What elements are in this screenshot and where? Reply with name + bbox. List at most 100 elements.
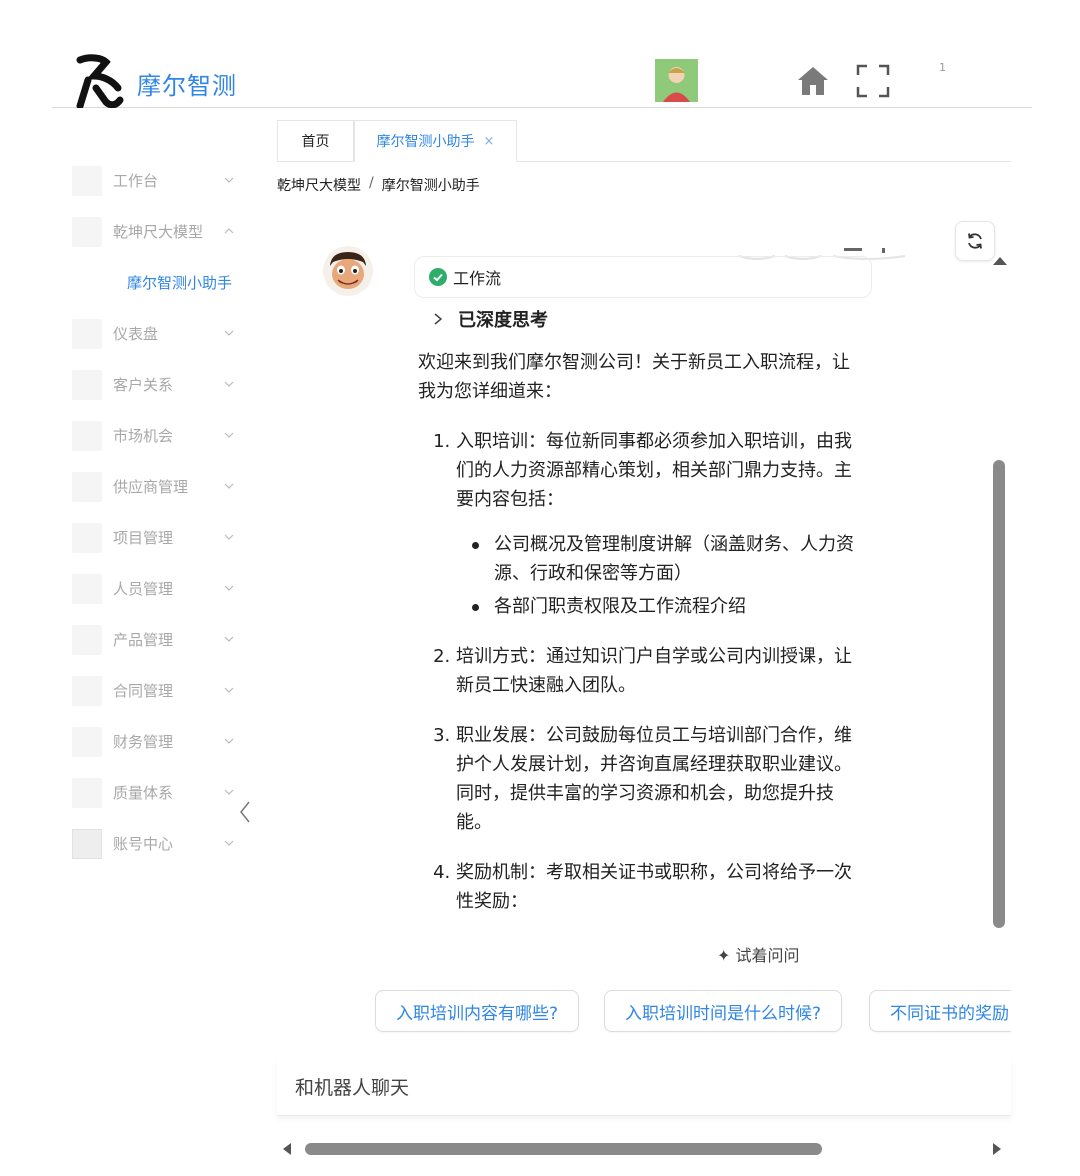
home-icon[interactable]: [796, 65, 830, 97]
notification-count: 1: [939, 61, 946, 74]
scroll-up-arrow[interactable]: [993, 257, 1007, 265]
sidebar: 工作台 乾坤尺大模型 摩尔智测小助手 仪表盘 客户关系 市场机会 供应商管理 项…: [72, 155, 252, 869]
sidebar-item-product[interactable]: 产品管理: [72, 614, 252, 665]
tab-bar: 首页 摩尔智测小助手 ×: [277, 120, 1011, 162]
chevron-down-icon: [224, 687, 234, 693]
scroll-right-arrow[interactable]: [993, 1143, 1001, 1155]
list-item: 入职培训：每位新同事都必须参加入职培训，由我们的人力资源部精心策划，相关部门鼎力…: [456, 427, 863, 621]
tab-label: 首页: [301, 134, 330, 150]
sidebar-item-qiankunchi[interactable]: 乾坤尺大模型: [72, 206, 252, 257]
chat-input[interactable]: [277, 1060, 1011, 1116]
menu-icon: [72, 369, 102, 400]
scroll-left-arrow[interactable]: [283, 1143, 291, 1155]
bullet-item: 各部门职责权限及工作流程介绍: [472, 592, 863, 621]
brand-name[interactable]: 摩尔智测: [137, 66, 237, 101]
sidebar-item-finance[interactable]: 财务管理: [72, 716, 252, 767]
bot-avatar: [323, 246, 373, 296]
suggestion-chip[interactable]: 入职培训时间是什么时候?: [604, 990, 843, 1032]
menu-icon: [72, 777, 102, 808]
step-text: 奖励机制：考取相关证书或职称，公司将给予一次性奖励：: [456, 862, 852, 912]
breadcrumb: 乾坤尺大模型 / 摩尔智测小助手: [277, 175, 480, 195]
sidebar-item-label: 项目管理: [113, 529, 174, 547]
chevron-down-icon: [224, 636, 234, 642]
sidebar-item-personnel[interactable]: 人员管理: [72, 563, 252, 614]
sidebar-item-crm[interactable]: 客户关系: [72, 359, 252, 410]
collapse-sidebar-icon[interactable]: [236, 798, 254, 826]
sidebar-item-label: 工作台: [113, 172, 159, 190]
breadcrumb-current: 摩尔智测小助手: [381, 178, 480, 194]
sidebar-item-label: 乾坤尺大模型: [113, 223, 204, 241]
sidebar-item-label: 财务管理: [113, 733, 174, 751]
sidebar-item-contract[interactable]: 合同管理: [72, 665, 252, 716]
menu-icon: [72, 573, 102, 604]
message-intro: 欢迎来到我们摩尔智测公司！关于新员工入职流程，让我为您详细道来：: [418, 352, 850, 402]
sidebar-item-label: 客户关系: [113, 376, 174, 394]
workflow-card[interactable]: 工作流: [414, 256, 872, 298]
sidebar-item-label: 人员管理: [113, 580, 174, 598]
chevron-down-icon: [224, 432, 234, 438]
sidebar-item-project[interactable]: 项目管理: [72, 512, 252, 563]
sidebar-item-quality[interactable]: 质量体系: [72, 767, 252, 818]
suggestion-chip[interactable]: 不同证书的奖励: [869, 990, 1011, 1032]
vertical-scrollbar[interactable]: [993, 460, 1005, 928]
sidebar-item-label: 市场机会: [113, 427, 174, 445]
menu-icon: [72, 420, 102, 451]
deep-think-toggle[interactable]: 已深度思考: [432, 306, 548, 332]
sidebar-item-label: 供应商管理: [113, 478, 189, 496]
chat-panel: 工作流 已深度思考 欢迎来到我们摩尔智测公司！关于新员工入职流程，让我为您详细道…: [277, 218, 1011, 1138]
step-text: 培训方式：通过知识门户自学或公司内训授课，让新员工快速融入团队。: [456, 646, 852, 696]
breadcrumb-parent[interactable]: 乾坤尺大模型: [277, 175, 361, 195]
bot-message: 欢迎来到我们摩尔智测公司！关于新员工入职流程，让我为您详细道来： 入职培训：每位…: [418, 348, 863, 937]
sidebar-item-market[interactable]: 市场机会: [72, 410, 252, 461]
avatar[interactable]: [655, 59, 698, 102]
chevron-right-icon: [434, 313, 443, 325]
fullscreen-icon[interactable]: [856, 64, 890, 98]
sidebar-item-dashboard[interactable]: 仪表盘: [72, 308, 252, 359]
step-bullets: 公司概况及管理制度讲解（涵盖财务、人力资源、行政和保密等方面） 各部门职责权限及…: [456, 530, 863, 621]
menu-icon: [72, 522, 102, 553]
menu-icon: [72, 471, 102, 502]
logo-icon[interactable]: [72, 50, 124, 108]
workflow-label: 工作流: [453, 269, 502, 288]
menu-icon: [72, 165, 102, 196]
onboarding-steps: 入职培训：每位新同事都必须参加入职培训，由我们的人力资源部精心策划，相关部门鼎力…: [418, 427, 863, 916]
chevron-down-icon: [224, 177, 234, 183]
sidebar-item-account[interactable]: 账号中心: [72, 818, 252, 869]
step-text: 职业发展：公司鼓励每位员工与培训部门合作，维护个人发展计划，并咨询直属经理获取职…: [456, 725, 852, 833]
refresh-icon: [968, 233, 982, 249]
chevron-down-icon: [224, 585, 234, 591]
suggestion-list: 入职培训内容有哪些? 入职培训时间是什么时候? 不同证书的奖励: [375, 990, 1011, 1034]
sidebar-item-label: 产品管理: [113, 631, 174, 649]
horizontal-scroll-thumb[interactable]: [305, 1143, 822, 1155]
step-text: 入职培训：每位新同事都必须参加入职培训，由我们的人力资源部精心策划，相关部门鼎力…: [456, 431, 852, 510]
menu-icon: [72, 726, 102, 757]
menu-icon: [72, 624, 102, 655]
horizontal-scrollbar[interactable]: [277, 1138, 1011, 1160]
chevron-down-icon: [224, 330, 234, 336]
bullet-item: 公司概况及管理制度讲解（涵盖财务、人力资源、行政和保密等方面）: [472, 530, 863, 588]
sidebar-item-label: 质量体系: [113, 784, 174, 802]
sidebar-item-label: 仪表盘: [113, 325, 159, 343]
sidebar-subitem-assistant[interactable]: 摩尔智测小助手: [72, 257, 252, 308]
tab-assistant[interactable]: 摩尔智测小助手 ×: [354, 120, 517, 162]
suggestion-chip[interactable]: 入职培训内容有哪些?: [375, 990, 580, 1032]
top-header: 摩尔智测 1: [52, 50, 1032, 108]
menu-icon: [72, 318, 102, 349]
sidebar-subitem-label: 摩尔智测小助手: [127, 274, 233, 292]
close-icon[interactable]: ×: [484, 134, 495, 149]
deep-think-label: 已深度思考: [458, 310, 548, 331]
chevron-down-icon: [224, 840, 234, 846]
sidebar-item-label: 账号中心: [113, 835, 174, 853]
breadcrumb-separator: /: [369, 175, 374, 191]
check-circle-icon: [429, 268, 447, 286]
sidebar-item-workbench[interactable]: 工作台: [72, 155, 252, 206]
list-item: 奖励机制：考取相关证书或职称，公司将给予一次性奖励：: [456, 858, 863, 916]
refresh-button[interactable]: [955, 221, 995, 261]
sidebar-item-supplier[interactable]: 供应商管理: [72, 461, 252, 512]
account-icon: [72, 828, 102, 859]
tab-home[interactable]: 首页: [277, 120, 354, 162]
list-item: 职业发展：公司鼓励每位员工与培训部门合作，维护个人发展计划，并咨询直属经理获取职…: [456, 721, 863, 837]
chevron-down-icon: [224, 381, 234, 387]
tab-label: 摩尔智测小助手: [376, 134, 475, 150]
sidebar-item-label: 合同管理: [113, 682, 174, 700]
